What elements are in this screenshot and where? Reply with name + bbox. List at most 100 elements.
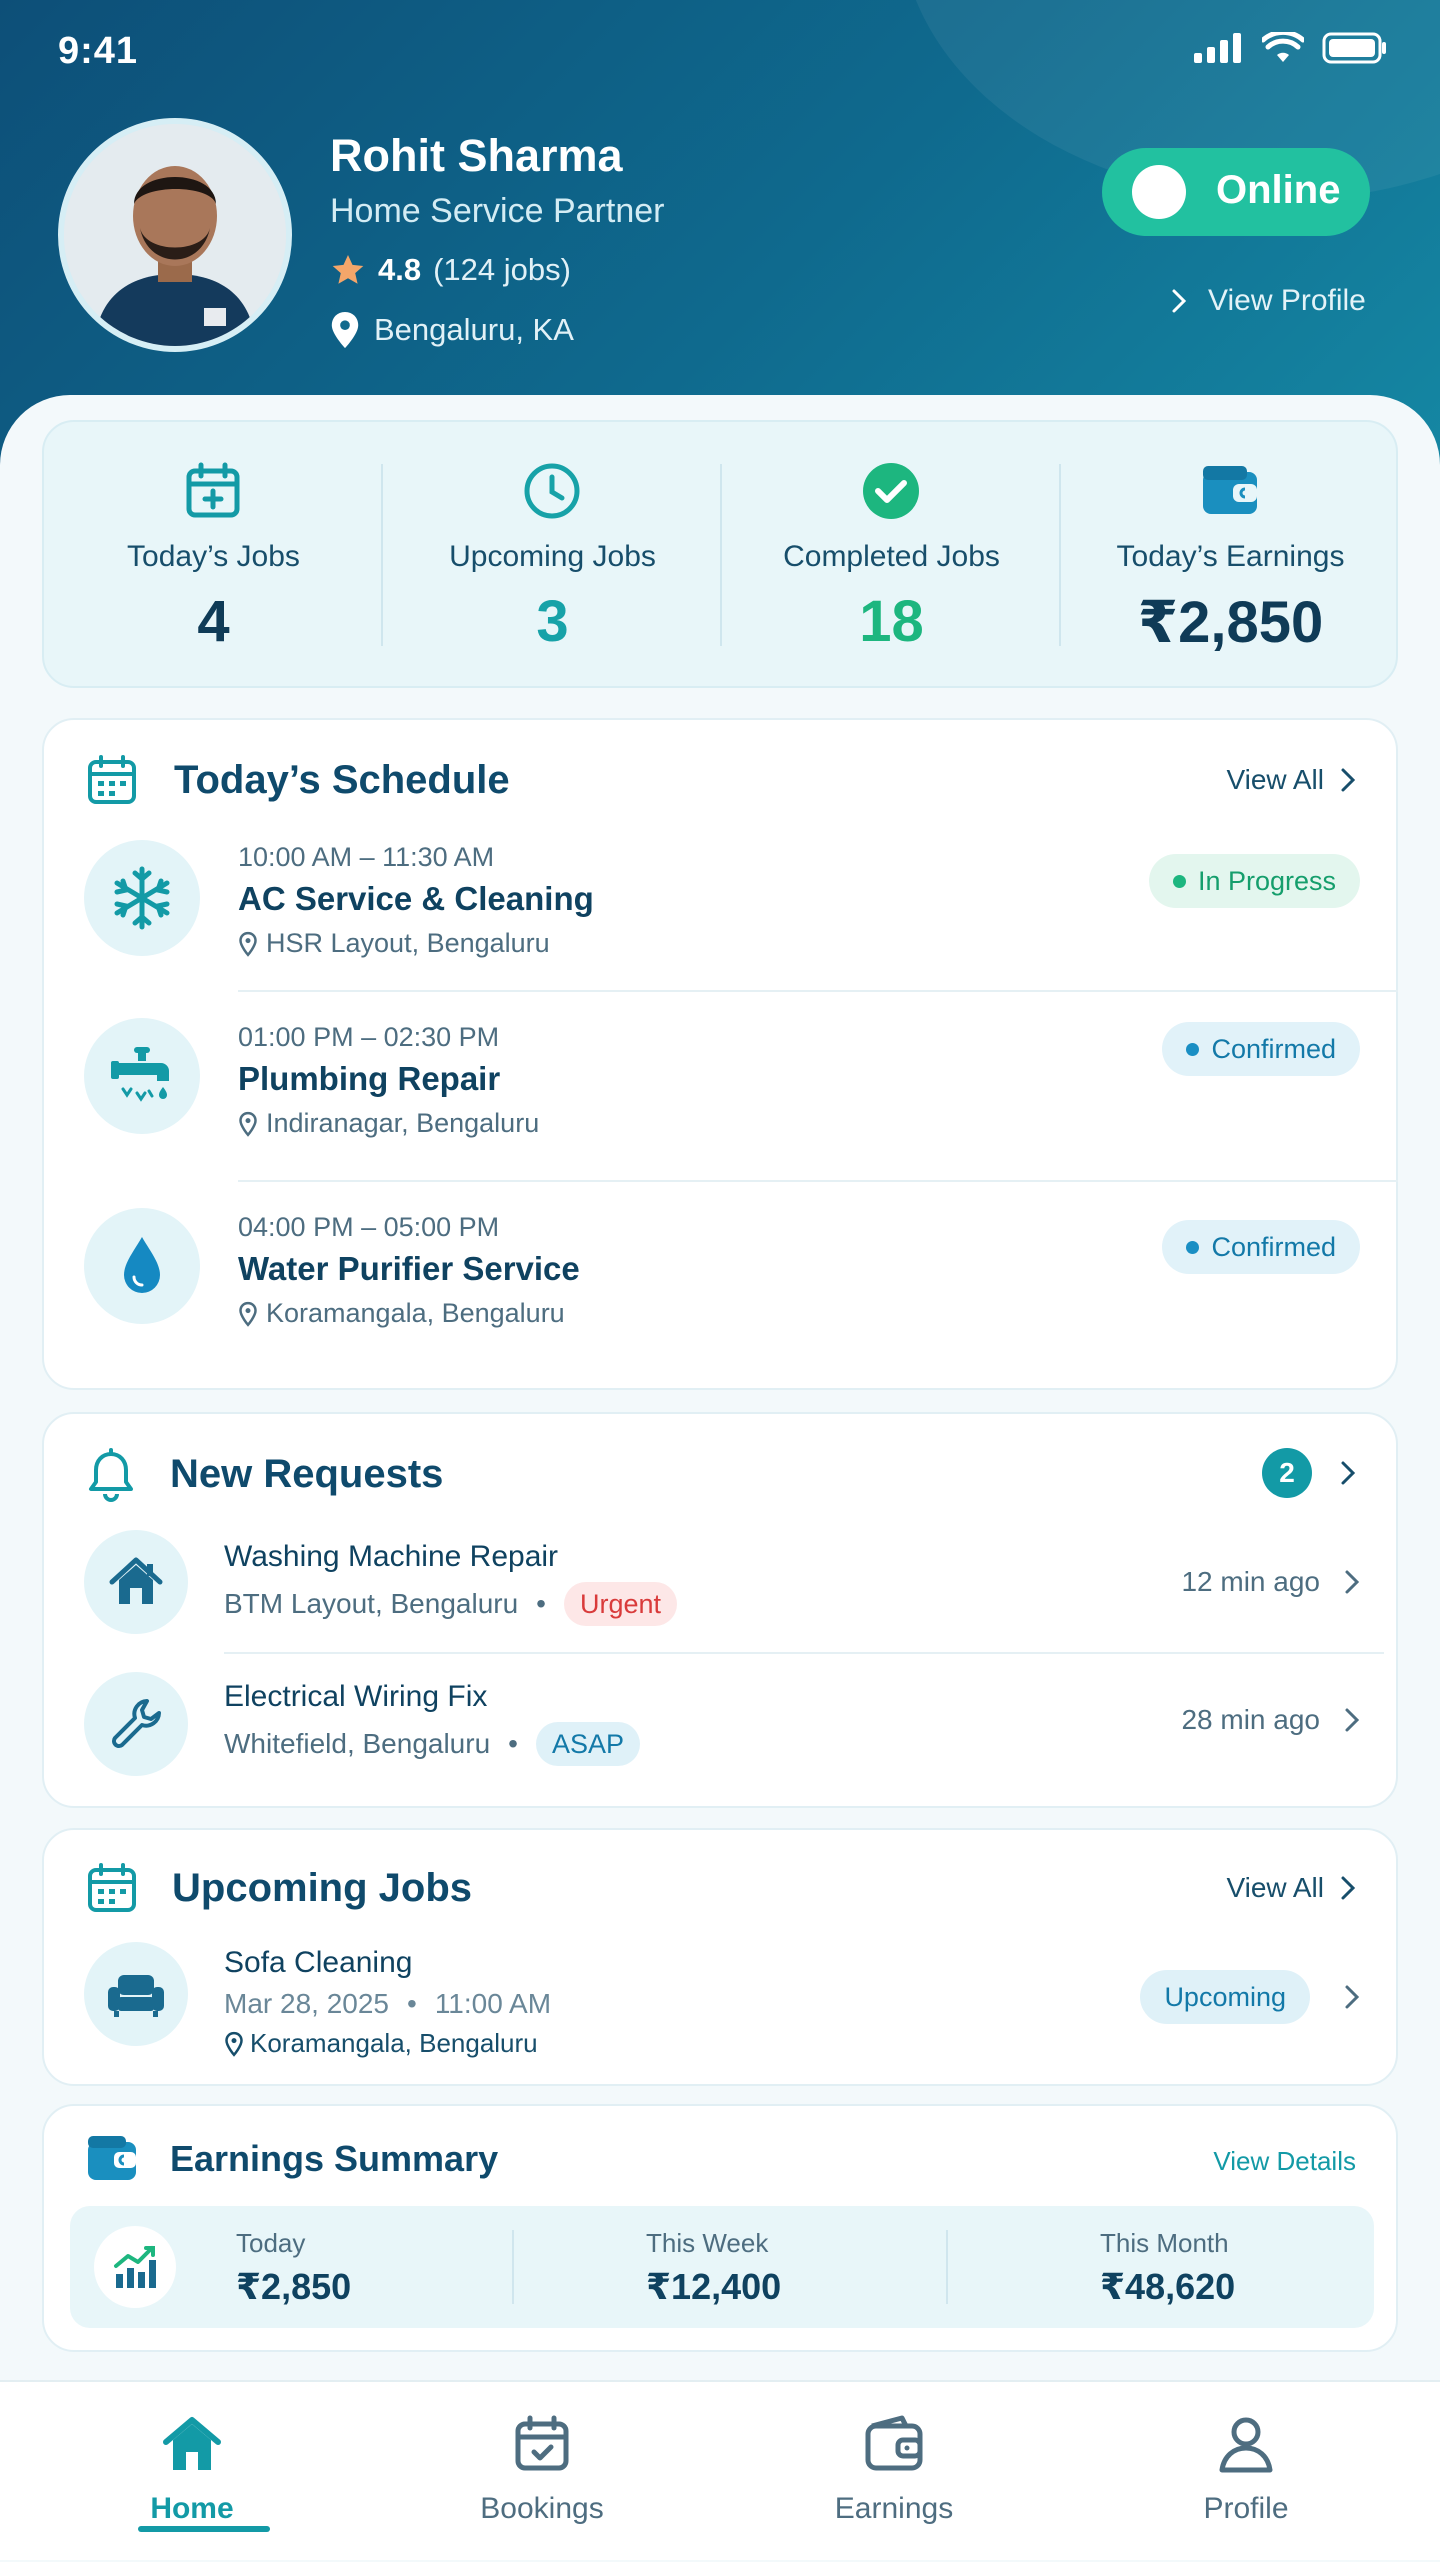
request-location-text: BTM Layout, Bengaluru	[224, 1588, 519, 1619]
signal-icon	[1194, 33, 1241, 63]
request-title: Washing Machine Repair	[224, 1540, 559, 1573]
row-divider	[224, 1652, 1384, 1654]
job-location-text: HSR Layout, Bengaluru	[266, 928, 550, 958]
wifi-icon	[1262, 32, 1304, 62]
separator-dot: •	[407, 1988, 417, 2019]
job-location-text: Indiranagar, Bengaluru	[266, 1108, 540, 1138]
status-dot	[1186, 1042, 1200, 1056]
status-time: 9:41	[58, 30, 139, 72]
stat-label: Completed Jobs	[783, 540, 1000, 573]
earnings-title: Earnings Summary	[170, 2138, 499, 2179]
wallet-icon	[88, 2136, 136, 2180]
location-text: Bengaluru, KA	[374, 312, 574, 347]
avatar[interactable]	[58, 118, 292, 352]
active-indicator	[138, 2526, 270, 2532]
nav-profile[interactable]: Profile	[1066, 2382, 1426, 2562]
earnings-today-label: Today	[236, 2228, 306, 2258]
stat-completed-jobs[interactable]: Completed Jobs 18	[722, 422, 1061, 690]
location-pin-icon	[225, 2031, 243, 2057]
schedule-title: Today’s Schedule	[174, 758, 510, 802]
star-icon	[332, 255, 364, 284]
schedule-card: Today’s Schedule View All 10:00 AM – 11:…	[42, 718, 1398, 1390]
nav-earnings[interactable]: Earnings	[714, 2382, 1074, 2562]
stat-value: 18	[859, 589, 924, 654]
earnings-week-label: This Week	[646, 2228, 769, 2258]
battery-icon	[1322, 32, 1386, 64]
status-text: Confirmed	[1211, 1231, 1336, 1262]
calendar-icon	[88, 755, 136, 804]
status-badge: Confirmed	[1162, 1022, 1360, 1076]
faucet-icon	[84, 1018, 200, 1134]
separator-dot: •	[508, 1728, 518, 1759]
stat-label: Upcoming Jobs	[449, 540, 656, 573]
nav-label: Profile	[1203, 2492, 1289, 2525]
nav-label: Bookings	[480, 2492, 604, 2525]
request-time: 28 min ago	[1181, 1704, 1360, 1736]
nav-label: Earnings	[834, 2492, 954, 2525]
earnings-month-label: This Month	[1100, 2228, 1229, 2258]
view-profile-link[interactable]: View Profile	[1170, 284, 1366, 318]
upcoming-view-all[interactable]: View All	[1226, 1872, 1356, 1904]
chevron-right-icon	[1345, 1708, 1360, 1732]
chevron-right-icon[interactable]	[1340, 1460, 1356, 1486]
chevron-right-icon	[1341, 768, 1356, 792]
upcoming-job-date: Mar 28, 2025	[224, 1988, 389, 2019]
upcoming-job-time: 11:00 AM	[434, 1988, 552, 2019]
job-title: AC Service & Cleaning	[238, 880, 594, 917]
stat-todays-jobs[interactable]: Today’s Jobs 4	[44, 422, 383, 690]
row-divider	[238, 1180, 1398, 1182]
earnings-divider	[512, 2230, 514, 2304]
status-badge: Confirmed	[1162, 1220, 1360, 1274]
request-title: Electrical Wiring Fix	[224, 1680, 488, 1713]
sofa-icon	[84, 1942, 188, 2046]
snowflake-icon	[84, 840, 200, 956]
view-all-label: View All	[1226, 764, 1324, 795]
stat-label: Today’s Jobs	[127, 540, 300, 573]
stat-todays-earnings[interactable]: Today’s Earnings ₹2,850	[1061, 422, 1400, 690]
bottom-nav: Home Bookings Earnings Profile	[0, 2380, 1440, 2560]
nav-home[interactable]: Home	[12, 2382, 372, 2562]
stats-card: Today’s Jobs 4 Upcoming Jobs 3 Completed…	[42, 420, 1398, 688]
chart-up-icon	[94, 2226, 176, 2308]
view-details-link[interactable]: View Details	[1213, 2146, 1356, 2177]
avatar-portrait-icon	[64, 124, 286, 346]
request-location: Whitefield, Bengaluru • ASAP	[224, 1722, 641, 1766]
upcoming-job-datetime: Mar 28, 2025 • 11:00 AM	[224, 1988, 551, 2020]
nav-bookings[interactable]: Bookings	[362, 2382, 722, 2562]
job-location-text: Koramangala, Bengaluru	[266, 1298, 565, 1328]
job-location: Indiranagar, Bengaluru	[238, 1108, 539, 1139]
upcoming-jobs-card: Upcoming Jobs View All Sofa Cleaning Mar…	[42, 1828, 1398, 2086]
wallet-icon	[1203, 466, 1257, 514]
asap-tag: ASAP	[535, 1722, 641, 1766]
location-pin-icon	[239, 1111, 257, 1137]
requests-title: New Requests	[170, 1452, 444, 1496]
location-pin-icon	[331, 312, 359, 348]
chevron-right-icon	[1341, 1876, 1356, 1900]
job-location: HSR Layout, Bengaluru	[238, 928, 550, 959]
partner-location: Bengaluru, KA	[330, 312, 574, 348]
request-location: BTM Layout, Bengaluru • Urgent	[224, 1582, 678, 1626]
earnings-week-value: ₹12,400	[646, 2266, 782, 2307]
online-toggle[interactable]: Online	[1102, 148, 1370, 236]
view-profile-label: View Profile	[1208, 284, 1366, 317]
request-location-text: Whitefield, Bengaluru	[224, 1728, 491, 1759]
rating-jobs-count: (124 jobs)	[433, 252, 571, 287]
job-time: 04:00 PM – 05:00 PM	[238, 1212, 500, 1242]
wallet-icon	[865, 2415, 923, 2471]
upcoming-job-location-text: Koramangala, Bengaluru	[250, 2028, 538, 2058]
chevron-right-icon	[1345, 1570, 1360, 1594]
home-icon	[84, 1530, 188, 1634]
upcoming-job-location: Koramangala, Bengaluru	[224, 2028, 538, 2059]
stat-upcoming-jobs[interactable]: Upcoming Jobs 3	[383, 422, 722, 690]
stat-label: Today’s Earnings	[1116, 540, 1345, 573]
stat-value: ₹2,850	[1137, 590, 1324, 655]
earnings-divider	[946, 2230, 948, 2304]
status-badge: Upcoming	[1140, 1970, 1310, 2024]
row-divider	[238, 990, 1398, 992]
urgent-tag: Urgent	[563, 1582, 678, 1626]
toggle-label: Online	[1216, 168, 1341, 212]
earnings-today-value: ₹2,850	[236, 2266, 352, 2307]
toggle-knob	[1132, 165, 1186, 219]
schedule-view-all[interactable]: View All	[1226, 764, 1356, 796]
calendar-icon	[88, 1863, 136, 1912]
